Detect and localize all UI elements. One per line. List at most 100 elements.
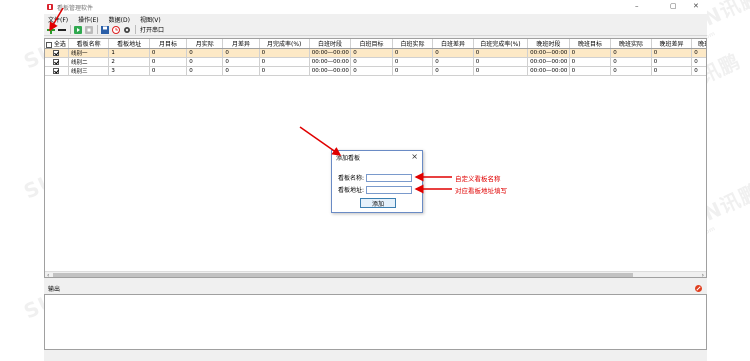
- table-cell[interactable]: 0: [610, 57, 652, 67]
- table-cell[interactable]: 线别二: [68, 57, 110, 67]
- table-cell[interactable]: 0: [691, 57, 706, 67]
- table-cell[interactable]: 00:00—00:00: [309, 57, 352, 67]
- table-cell[interactable]: 0: [259, 66, 310, 76]
- column-header[interactable]: 白班完成率(%): [473, 39, 529, 49]
- table-cell[interactable]: 0: [149, 66, 188, 76]
- scrollbar-thumb[interactable]: [53, 273, 633, 277]
- clear-output-icon[interactable]: [695, 285, 702, 292]
- table-cell[interactable]: 0: [186, 66, 224, 76]
- table-cell[interactable]: 0: [222, 48, 260, 58]
- table-cell[interactable]: 0: [186, 48, 224, 58]
- table-row[interactable]: 线别三 3 0 0 0 0 00:00—00:00 0 0 0 0 00:00—00:00 0 0 0 0: [45, 66, 706, 76]
- table-cell[interactable]: 0: [473, 66, 529, 76]
- column-header[interactable]: 白班实际: [392, 39, 434, 49]
- column-header[interactable]: 月实际: [186, 39, 224, 49]
- table-cell[interactable]: 0: [149, 48, 188, 58]
- row-select-cell[interactable]: [45, 57, 69, 67]
- column-header[interactable]: 晚班完成率: [691, 39, 706, 49]
- table-cell[interactable]: 0: [392, 48, 434, 58]
- add-icon[interactable]: [46, 25, 56, 35]
- table-cell[interactable]: 00:00—00:00: [527, 48, 570, 58]
- open-port-button[interactable]: 打开串口: [140, 25, 164, 34]
- row-checkbox[interactable]: [53, 49, 60, 56]
- table-cell[interactable]: 00:00—00:00: [527, 66, 570, 76]
- table-row[interactable]: 线别一 1 0 0 0 0 00:00—00:00 0 0 0 0 00:00—00:00 0 0 0 0: [45, 48, 706, 58]
- column-header[interactable]: 看板名称: [68, 39, 110, 49]
- table-cell[interactable]: 0: [651, 57, 693, 67]
- menu-data[interactable]: 数据(D): [109, 15, 130, 24]
- table-cell[interactable]: 00:00—00:00: [309, 48, 352, 58]
- gear-icon[interactable]: [122, 25, 132, 35]
- column-header[interactable]: 晚班时段: [527, 39, 570, 49]
- table-cell[interactable]: 0: [432, 57, 474, 67]
- table-cell[interactable]: 0: [569, 66, 612, 76]
- column-header[interactable]: 看板地址: [108, 39, 150, 49]
- row-select-cell[interactable]: [45, 66, 69, 76]
- minimize-button[interactable]: –: [635, 2, 639, 10]
- play-icon[interactable]: [73, 25, 83, 35]
- close-button[interactable]: ✕: [693, 2, 699, 10]
- table-cell[interactable]: 3: [108, 66, 150, 76]
- column-header[interactable]: 白班目标: [350, 39, 393, 49]
- table-cell[interactable]: 0: [392, 57, 434, 67]
- table-cell[interactable]: 0: [651, 66, 693, 76]
- table-cell[interactable]: 0: [149, 57, 188, 67]
- column-header[interactable]: 晚班目标: [569, 39, 612, 49]
- table-cell[interactable]: 0: [259, 48, 310, 58]
- remove-icon[interactable]: [57, 25, 67, 35]
- table-cell[interactable]: 0: [432, 66, 474, 76]
- table-cell[interactable]: 0: [222, 57, 260, 67]
- table-cell[interactable]: 0: [569, 48, 612, 58]
- column-header[interactable]: 月完成率(%): [259, 39, 310, 49]
- row-checkbox[interactable]: [53, 67, 60, 74]
- row-checkbox[interactable]: [53, 58, 60, 65]
- maximize-button[interactable]: ▢: [670, 2, 677, 10]
- table-cell[interactable]: 1: [108, 48, 150, 58]
- save-icon[interactable]: [100, 25, 110, 35]
- column-header[interactable]: 白班差异: [432, 39, 474, 49]
- table-cell[interactable]: 0: [569, 57, 612, 67]
- table-cell[interactable]: 0: [350, 66, 393, 76]
- table-cell[interactable]: 0: [651, 48, 693, 58]
- menu-file[interactable]: 文件(F): [48, 15, 68, 24]
- board-name-input[interactable]: [366, 173, 413, 182]
- menu-operation[interactable]: 操作(E): [78, 15, 98, 24]
- table-cell[interactable]: 0: [691, 48, 706, 58]
- table-cell[interactable]: 0: [473, 48, 529, 58]
- table-cell[interactable]: 2: [108, 57, 150, 67]
- menu-view[interactable]: 视图(V): [140, 15, 161, 24]
- table-cell[interactable]: 0: [259, 57, 310, 67]
- column-header[interactable]: 晚班实际: [610, 39, 652, 49]
- table-cell[interactable]: 00:00—00:00: [527, 57, 570, 67]
- board-address-input[interactable]: [366, 185, 413, 194]
- scroll-left-icon[interactable]: ‹: [47, 272, 49, 277]
- stop-icon[interactable]: [84, 25, 94, 35]
- column-header[interactable]: 月差异: [222, 39, 260, 49]
- add-button[interactable]: 添加: [360, 198, 396, 208]
- column-header[interactable]: 月目标: [149, 39, 188, 49]
- table-cell[interactable]: 0: [350, 57, 393, 67]
- table-row[interactable]: 线别二 2 0 0 0 0 00:00—00:00 0 0 0 0 00:00—00:00 0 0 0 0: [45, 57, 706, 67]
- table-cell[interactable]: 0: [610, 48, 652, 58]
- dialog-close-icon[interactable]: ×: [411, 152, 418, 161]
- column-header[interactable]: 晚班差异: [651, 39, 693, 49]
- select-all-header[interactable]: 全选: [45, 39, 69, 49]
- table-cell[interactable]: 0: [392, 66, 434, 76]
- table-cell[interactable]: 0: [473, 57, 529, 67]
- table-cell[interactable]: 0: [222, 66, 260, 76]
- row-select-cell[interactable]: [45, 48, 69, 58]
- table-cell[interactable]: 0: [350, 48, 393, 58]
- horizontal-scrollbar[interactable]: ‹ ›: [45, 271, 706, 277]
- output-log[interactable]: [44, 294, 707, 350]
- table-cell[interactable]: 0: [691, 66, 706, 76]
- scroll-right-icon[interactable]: ›: [702, 272, 704, 277]
- table-cell[interactable]: 00:00—00:00: [309, 66, 352, 76]
- column-header[interactable]: 白班时段: [309, 39, 352, 49]
- table-cell[interactable]: 0: [432, 48, 474, 58]
- table-cell[interactable]: 0: [610, 66, 652, 76]
- table-cell[interactable]: 线别三: [68, 66, 110, 76]
- clock-icon[interactable]: [111, 25, 121, 35]
- table-cell[interactable]: 线别一: [68, 48, 110, 58]
- select-all-checkbox[interactable]: [46, 41, 52, 48]
- table-cell[interactable]: 0: [186, 57, 224, 67]
